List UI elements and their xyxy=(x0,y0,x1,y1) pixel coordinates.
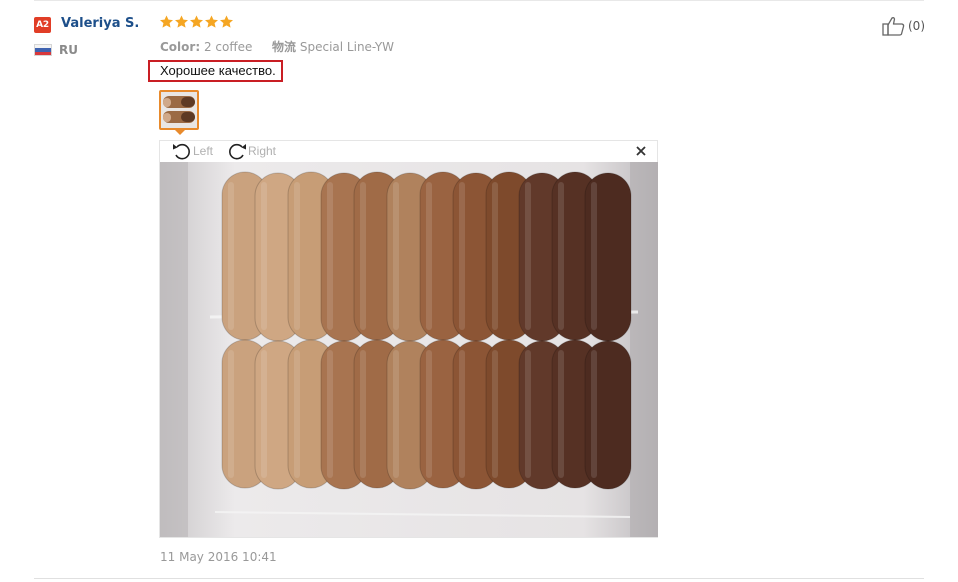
rotate-left-label: Left xyxy=(193,144,214,158)
rotate-left-button[interactable]: Left xyxy=(171,141,213,161)
thumbnail-selected-caret xyxy=(175,130,185,135)
order-attributes: Color: 2 coffee 物流 Special Line-YW xyxy=(160,38,394,55)
reviewer-name[interactable]: Valeriya S. xyxy=(61,16,139,31)
review-text: Хорошее качество. xyxy=(148,60,283,82)
star-icon xyxy=(190,15,203,28)
star-icon xyxy=(220,15,233,28)
bottom-divider xyxy=(34,578,924,579)
thumbs-up-icon xyxy=(882,17,905,36)
star-icon xyxy=(175,15,188,28)
color-attr-value: 2 coffee xyxy=(203,40,253,54)
review-photo-thumbnail[interactable] xyxy=(159,90,199,130)
russia-flag-icon xyxy=(34,44,52,56)
image-viewer: Left Right xyxy=(159,140,658,538)
star-icon xyxy=(160,15,173,28)
image-viewer-toolbar: Left Right xyxy=(160,141,657,161)
star-icon xyxy=(205,15,218,28)
rotate-right-button[interactable]: Right xyxy=(226,141,276,161)
top-divider xyxy=(34,0,924,1)
close-icon[interactable] xyxy=(634,144,648,158)
rotate-right-icon xyxy=(229,143,246,160)
rotate-right-label: Right xyxy=(248,144,277,158)
review-item: A2 Valeriya S. RU Color: 2 coffee 物流 Spe… xyxy=(0,0,958,582)
hair-ties-photo xyxy=(160,162,658,537)
buyer-level-badge: A2 xyxy=(34,17,51,33)
helpful-count: (0) xyxy=(908,19,925,33)
reviewer-country: RU xyxy=(59,43,78,57)
review-photo xyxy=(160,162,658,537)
thumbnail-image xyxy=(161,92,197,128)
shipping-attr-name: 物流 xyxy=(272,40,297,54)
star-rating xyxy=(159,14,234,32)
review-date: 11 May 2016 10:41 xyxy=(160,550,277,564)
helpful-button[interactable]: (0) xyxy=(882,16,925,36)
shipping-attr-value: Special Line-YW xyxy=(299,40,395,54)
rotate-left-icon xyxy=(173,143,190,160)
color-attr-name: Color: xyxy=(160,40,201,54)
